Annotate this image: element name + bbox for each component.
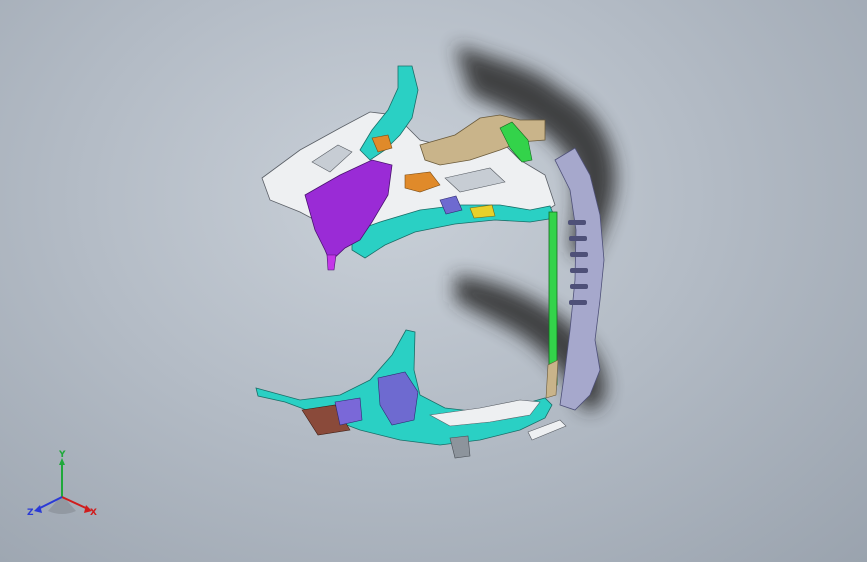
triad-x-label: X	[90, 508, 97, 518]
triad-z-arrow-icon	[34, 505, 42, 513]
tan-lower-strip	[545, 359, 559, 399]
3d-viewport[interactable]: Y X Z	[0, 0, 867, 562]
lower-wheelhouse-assembly[interactable]	[255, 329, 567, 459]
purple-tab	[326, 254, 337, 271]
orientation-triad: Y X Z	[27, 450, 97, 518]
purple-block-lower[interactable]	[334, 397, 363, 426]
triad-y-label: Y	[58, 450, 66, 460]
grey-connector	[449, 435, 471, 459]
triad-z-label: Z	[27, 508, 34, 518]
